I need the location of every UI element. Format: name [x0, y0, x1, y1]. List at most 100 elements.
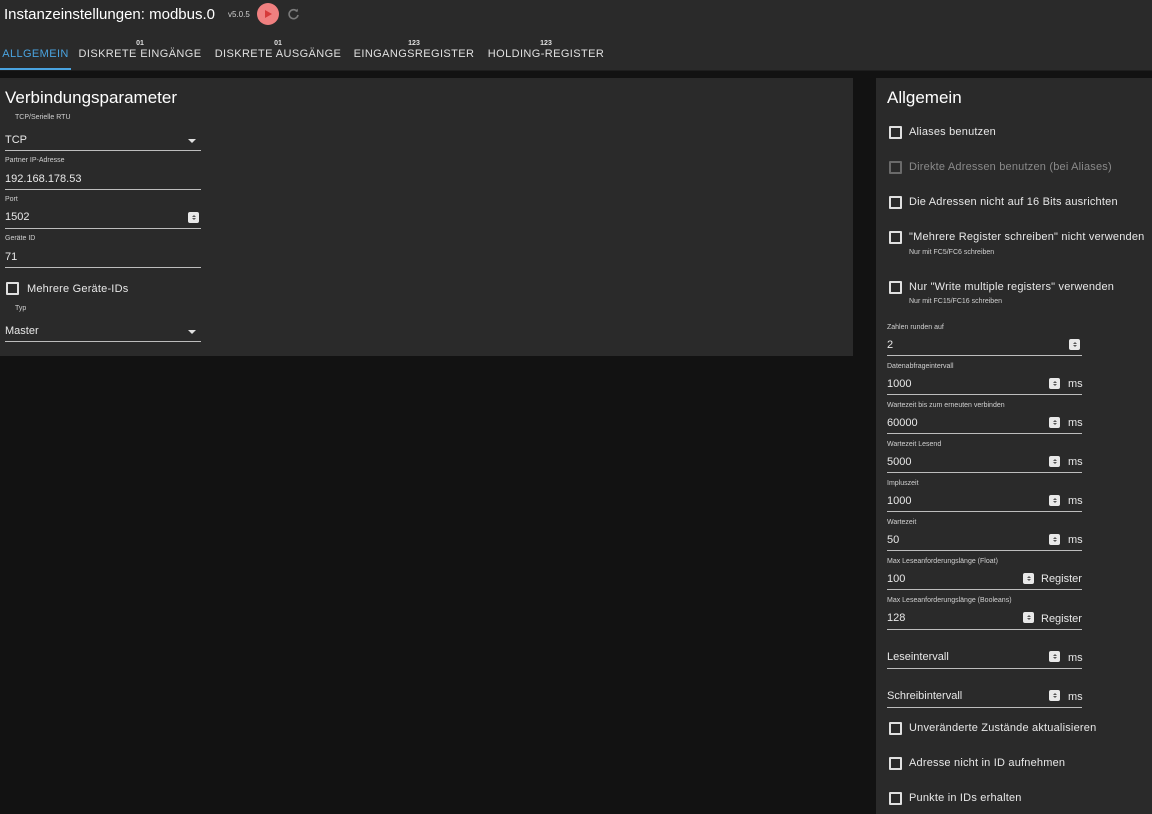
direct-addresses-checkbox[interactable]	[889, 161, 902, 174]
wait-input[interactable]: 50	[887, 534, 899, 546]
reconnect-input[interactable]: 60000	[887, 417, 918, 429]
no-multi-write-checkbox[interactable]	[889, 231, 902, 244]
section-title: Verbindungsparameter	[5, 88, 178, 107]
tab-label: DISKRETE EINGÄNGE	[78, 47, 202, 60]
device-id-label: Geräte ID	[5, 235, 36, 242]
ip-label: Partner IP-Adresse	[5, 157, 65, 164]
tab-label: DISKRETE AUSGÄNGE	[214, 47, 342, 60]
max-bool-input[interactable]: 128	[887, 612, 905, 624]
help-text: Nur mit FC5/FC6 schreiben	[909, 249, 995, 256]
divider	[887, 511, 1082, 512]
max-bool-stepper[interactable]	[1023, 612, 1034, 623]
read-interval-stepper[interactable]	[1049, 651, 1060, 662]
multi-ids-checkbox[interactable]	[6, 282, 19, 295]
tab-diskrete-eingaenge[interactable]: 01 DISKRETE EINGÄNGE	[73, 28, 207, 70]
divider	[887, 589, 1082, 590]
chevron-down-icon[interactable]	[188, 330, 196, 334]
unit-label: ms	[1068, 652, 1083, 664]
port-input[interactable]: 1502	[5, 211, 29, 223]
ip-input[interactable]: 192.168.178.53	[5, 173, 81, 185]
divider	[887, 472, 1082, 473]
unit-label: ms	[1068, 691, 1083, 703]
play-icon	[264, 10, 272, 18]
active-tab-indicator	[0, 68, 71, 70]
wait-stepper[interactable]	[1049, 534, 1060, 545]
max-float-input[interactable]: 100	[887, 573, 905, 585]
unit-label: Register	[1041, 613, 1082, 625]
round-stepper[interactable]	[1069, 339, 1080, 350]
no-multi-write-label: "Mehrere Register schreiben" nicht verwe…	[909, 231, 1145, 243]
read-timeout-label: Wartezeit Lesend	[887, 441, 942, 448]
divider	[5, 150, 201, 151]
version-label: v5.0.5	[227, 9, 250, 19]
reload-button[interactable]	[287, 8, 300, 21]
unit-label: ms	[1068, 534, 1083, 546]
update-unchanged-label: Unveränderte Zustände aktualisieren	[909, 722, 1097, 734]
binary-icon: 01	[274, 39, 282, 47]
keep-dots-checkbox[interactable]	[889, 792, 902, 805]
chevron-down-icon[interactable]	[188, 139, 196, 143]
unit-label: ms	[1068, 417, 1083, 429]
poll-input[interactable]: 1000	[887, 378, 911, 390]
no-align-checkbox[interactable]	[889, 196, 902, 209]
app-header: Instanzeinstellungen: modbus.0 v5.0.5	[0, 0, 1152, 28]
reconnect-stepper[interactable]	[1049, 417, 1060, 428]
update-unchanged-checkbox[interactable]	[889, 722, 902, 735]
section-title: Allgemein	[887, 88, 962, 107]
page-title: Instanzeinstellungen: modbus.0	[4, 5, 215, 23]
max-bool-label: Max Leseanforderungslänge (Booleans)	[887, 597, 1012, 604]
read-timeout-input[interactable]: 5000	[887, 456, 911, 468]
tab-label: EINGANGSREGISTER	[353, 47, 475, 60]
device-id-input[interactable]: 71	[5, 251, 17, 263]
connection-panel	[0, 78, 853, 356]
no-address-id-checkbox[interactable]	[889, 757, 902, 770]
aliases-label: Aliases benutzen	[909, 126, 996, 138]
max-float-stepper[interactable]	[1023, 573, 1034, 584]
wait-label: Wartezeit	[887, 519, 917, 526]
tab-bar: ALLGEMEIN 01 DISKRETE EINGÄNGE 01 DISKRE…	[0, 28, 1152, 71]
read-timeout-stepper[interactable]	[1049, 456, 1060, 467]
divider	[5, 228, 201, 229]
pulse-label: Impluszeit	[887, 480, 919, 487]
divider	[887, 707, 1082, 708]
no-align-label: Die Adressen nicht auf 16 Bits ausrichte…	[909, 196, 1118, 208]
max-float-label: Max Leseanforderungslänge (Float)	[887, 558, 998, 565]
poll-stepper[interactable]	[1049, 378, 1060, 389]
multi-ids-label: Mehrere Geräte-IDs	[27, 283, 129, 295]
port-stepper[interactable]	[188, 212, 199, 223]
tab-diskrete-ausgaenge[interactable]: 01 DISKRETE AUSGÄNGE	[209, 28, 347, 70]
unit-label: ms	[1068, 456, 1083, 468]
read-interval-input[interactable]: Leseintervall	[887, 651, 949, 663]
conn-type-label: TCP/Serielle RTU	[15, 114, 71, 121]
round-input[interactable]: 2	[887, 339, 893, 351]
type-select[interactable]: Master	[5, 325, 39, 337]
conn-type-select[interactable]: TCP	[5, 134, 27, 146]
divider	[887, 550, 1082, 551]
help-text: Nur mit FC15/FC16 schreiben	[909, 298, 1002, 305]
tab-eingangsregister[interactable]: 123 EINGANGSREGISTER	[349, 28, 479, 70]
tab-allgemein[interactable]: ALLGEMEIN	[0, 28, 71, 70]
type-label: Typ	[15, 305, 27, 312]
divider	[5, 267, 201, 268]
no-address-id-label: Adresse nicht in ID aufnehmen	[909, 757, 1066, 769]
aliases-checkbox[interactable]	[889, 126, 902, 139]
pulse-input[interactable]: 1000	[887, 495, 911, 507]
round-label: Zahlen runden auf	[887, 324, 944, 331]
tab-holding-register[interactable]: 123 HOLDING-REGISTER	[483, 28, 609, 70]
keep-dots-label: Punkte in IDs erhalten	[909, 792, 1022, 804]
tab-label: HOLDING-REGISTER	[487, 47, 605, 60]
port-label: Port	[5, 196, 18, 203]
write-interval-stepper[interactable]	[1049, 690, 1060, 701]
divider	[5, 189, 201, 190]
divider	[887, 668, 1082, 669]
divider	[887, 629, 1082, 630]
poll-label: Datenabfrageintervall	[887, 363, 954, 370]
divider	[887, 355, 1082, 356]
binary-icon: 01	[136, 39, 144, 47]
start-instance-button[interactable]	[256, 3, 279, 25]
only-multi-write-checkbox[interactable]	[889, 281, 902, 294]
reconnect-label: Wartezeit bis zum erneuten verbinden	[887, 402, 1005, 409]
pulse-stepper[interactable]	[1049, 495, 1060, 506]
reload-icon	[288, 8, 299, 19]
write-interval-input[interactable]: Schreibintervall	[887, 690, 962, 702]
